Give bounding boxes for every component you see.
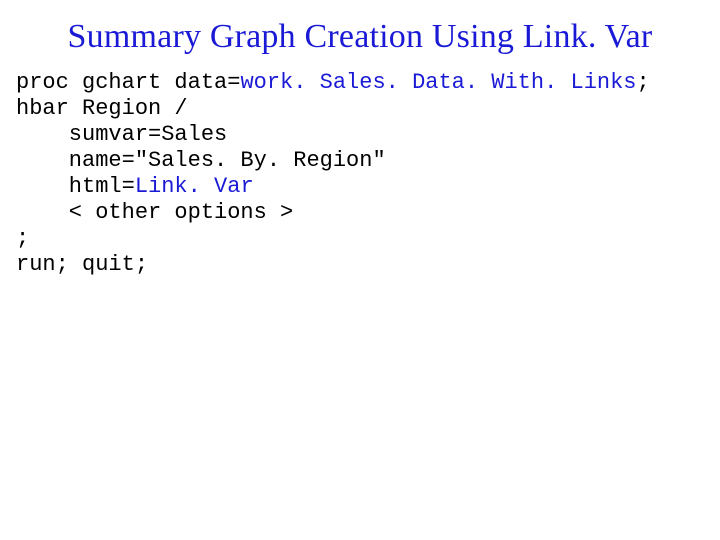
code-line-1a: proc gchart data=	[16, 70, 240, 95]
slide: Summary Graph Creation Using Link. Var p…	[0, 0, 720, 540]
code-dataset-name: work. Sales. Data. With. Links	[240, 70, 636, 95]
code-line-1c: ;	[637, 70, 650, 95]
code-line-7: ;	[16, 226, 29, 251]
code-block: proc gchart data=work. Sales. Data. With…	[16, 70, 710, 278]
code-line-8: run; quit;	[16, 252, 148, 277]
code-line-6: < other options >	[16, 200, 293, 225]
slide-title: Summary Graph Creation Using Link. Var	[10, 18, 710, 56]
code-linkvar: Link. Var	[135, 174, 254, 199]
code-line-5a: html=	[16, 174, 135, 199]
code-line-4: name="Sales. By. Region"	[16, 148, 386, 173]
code-line-2: hbar Region /	[16, 96, 188, 121]
code-line-3: sumvar=Sales	[16, 122, 227, 147]
